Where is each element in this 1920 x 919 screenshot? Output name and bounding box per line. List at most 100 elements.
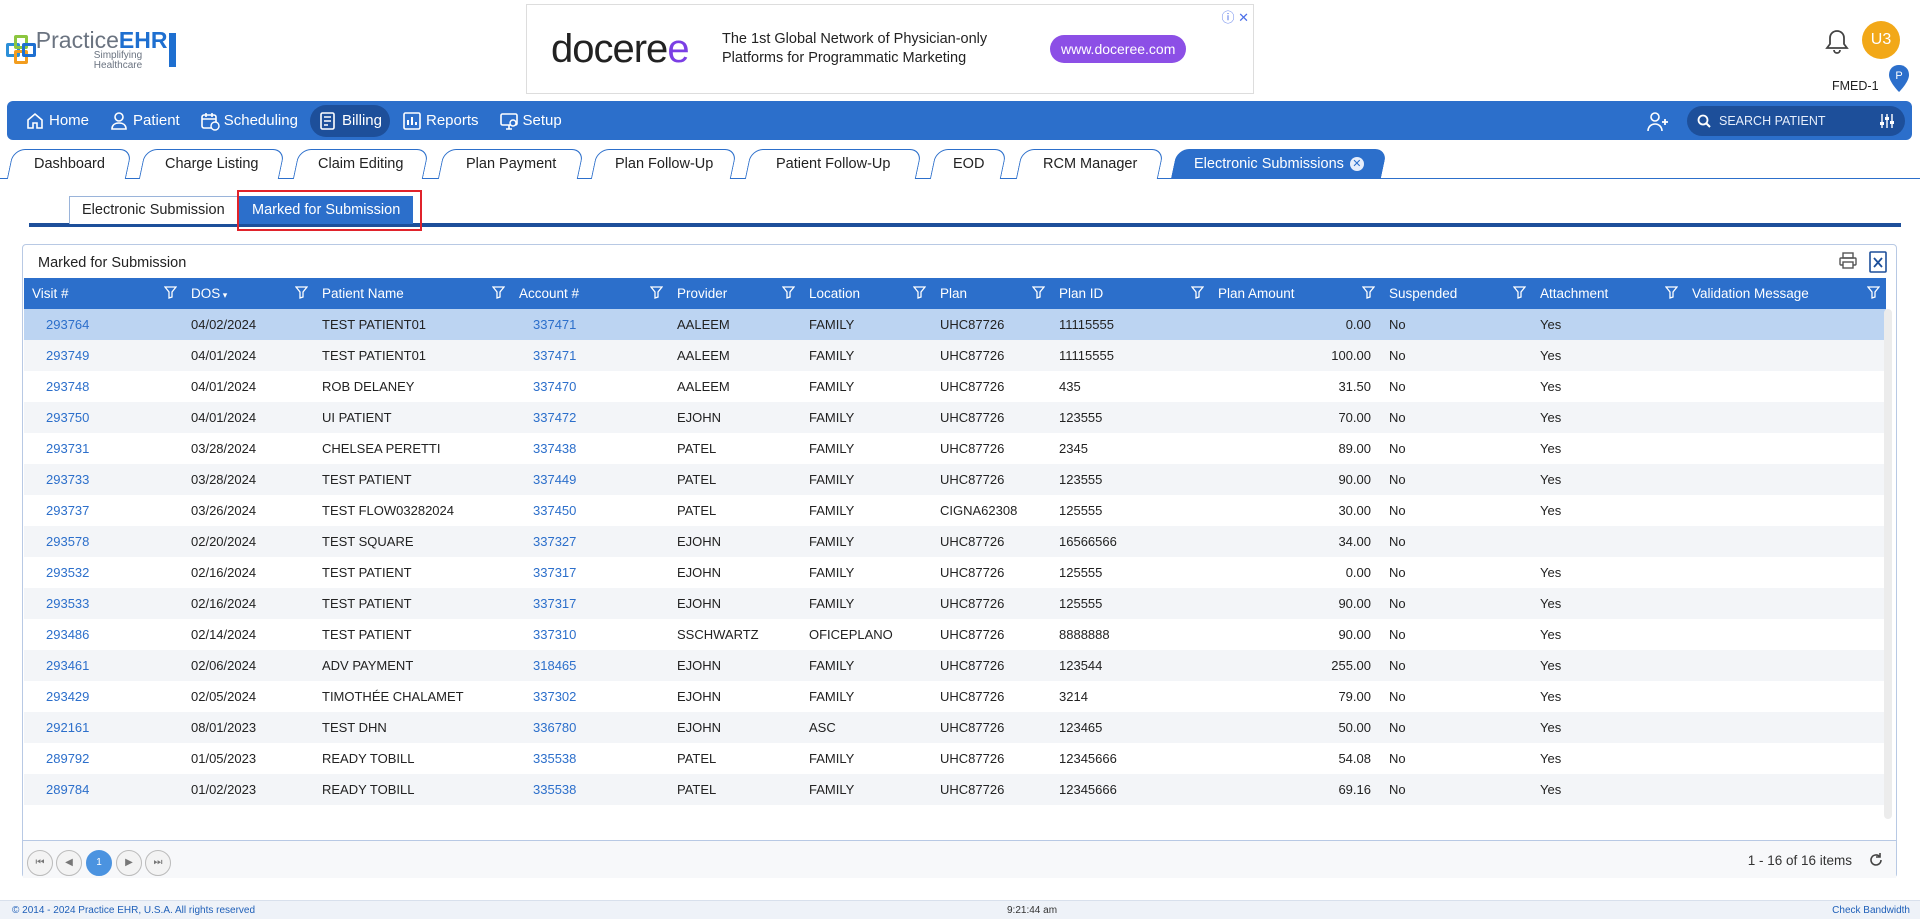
cell-visit[interactable]: 293429: [24, 681, 183, 712]
tab-plan-payment[interactable]: Plan Payment: [437, 149, 585, 179]
search-patient-input[interactable]: [1719, 114, 1879, 128]
cell-visit[interactable]: 293731: [24, 433, 183, 464]
table-row[interactable]: 293750 04/01/2024 UI PATIENT 337472 EJOHN FAM…: [24, 402, 1886, 433]
filter-icon[interactable]: [913, 286, 926, 299]
filter-icon[interactable]: [1513, 286, 1526, 299]
ad-close-icon[interactable]: ⓘ ✕: [1221, 7, 1249, 26]
cell-visit[interactable]: 293764: [24, 309, 183, 340]
cell-visit[interactable]: 289784: [24, 774, 183, 805]
cell-account[interactable]: 337471: [511, 340, 669, 371]
column-header-provider[interactable]: Provider: [669, 278, 801, 309]
cell-visit[interactable]: 293737: [24, 495, 183, 526]
table-row[interactable]: 293749 04/01/2024 TEST PATIENT01 337471 AALE…: [24, 340, 1886, 371]
filter-icon[interactable]: [164, 286, 177, 299]
first-page-button[interactable]: ⏮: [27, 850, 53, 876]
close-tab-icon[interactable]: ✕: [1349, 157, 1364, 172]
cell-visit[interactable]: 293748: [24, 371, 183, 402]
user-avatar[interactable]: U3: [1862, 21, 1900, 59]
tab-electronic-submissions[interactable]: Electronic Submissions ✕: [1170, 149, 1388, 179]
filter-icon[interactable]: [295, 286, 308, 299]
table-row[interactable]: 293533 02/16/2024 TEST PATIENT 337317 EJOHN F…: [24, 588, 1886, 619]
filter-icon[interactable]: [650, 286, 663, 299]
table-row[interactable]: 293733 03/28/2024 TEST PATIENT 337449 PATEL F…: [24, 464, 1886, 495]
sort-desc-icon[interactable]: ▾: [220, 290, 228, 300]
print-icon[interactable]: [1838, 251, 1858, 271]
cell-account[interactable]: 337317: [511, 557, 669, 588]
filter-icon[interactable]: [1032, 286, 1045, 299]
column-header-account[interactable]: Account #: [511, 278, 669, 309]
cell-account[interactable]: 337470: [511, 371, 669, 402]
table-row[interactable]: 293486 02/14/2024 TEST PATIENT 337310 SSCHWA…: [24, 619, 1886, 650]
column-header-dos[interactable]: DOS ▾: [183, 278, 314, 309]
nav-item-reports[interactable]: Reports: [394, 105, 487, 137]
column-header-location[interactable]: Location: [801, 278, 932, 309]
table-row[interactable]: 293748 04/01/2024 ROB DELANEY 337470 AALEEM F…: [24, 371, 1886, 402]
column-header-visit[interactable]: Visit #: [24, 278, 183, 309]
tab-plan-follow-up[interactable]: Plan Follow-Up: [590, 149, 738, 179]
tab-dashboard[interactable]: Dashboard: [6, 149, 133, 179]
patient-search[interactable]: [1687, 106, 1905, 136]
column-header-attachment[interactable]: Attachment: [1532, 278, 1684, 309]
cell-visit[interactable]: 293461: [24, 650, 183, 681]
ad-cta-button[interactable]: www.doceree.com: [1050, 35, 1187, 63]
cell-account[interactable]: 335538: [511, 743, 669, 774]
table-row[interactable]: 289792 01/05/2023 READY TOBILL 335538 PATEL F…: [24, 743, 1886, 774]
table-row[interactable]: 293737 03/26/2024 TEST FLOW03282024 337450 P…: [24, 495, 1886, 526]
cell-account[interactable]: 337317: [511, 588, 669, 619]
excel-export-icon[interactable]: [1868, 251, 1888, 273]
column-header-validation-message[interactable]: Validation Message: [1684, 278, 1886, 309]
notification-bell-icon[interactable]: [1825, 28, 1849, 56]
column-header-plan-id[interactable]: Plan ID: [1051, 278, 1210, 309]
prev-page-button[interactable]: ◀: [56, 850, 82, 876]
location-pin-icon[interactable]: P: [1887, 64, 1911, 96]
cell-account[interactable]: 337310: [511, 619, 669, 650]
page-number-button[interactable]: 1: [86, 850, 112, 876]
cell-visit[interactable]: 292161: [24, 712, 183, 743]
table-row[interactable]: 293578 02/20/2024 TEST SQUARE 337327 EJOHN FA…: [24, 526, 1886, 557]
practice-ehr-logo[interactable]: PracticeEHR Simplifying Healthcare: [4, 29, 176, 71]
next-page-button[interactable]: ▶: [116, 850, 142, 876]
column-header-plan[interactable]: Plan: [932, 278, 1051, 309]
table-row[interactable]: 293532 02/16/2024 TEST PATIENT 337317 EJOHN F…: [24, 557, 1886, 588]
tab-charge-listing[interactable]: Charge Listing: [138, 149, 286, 179]
tab-patient-follow-up[interactable]: Patient Follow-Up: [744, 149, 923, 179]
filter-icon[interactable]: [1362, 286, 1375, 299]
subtab-electronic-submission[interactable]: Electronic Submission: [69, 196, 238, 224]
cell-visit[interactable]: 293486: [24, 619, 183, 650]
tab-rcm-manager[interactable]: RCM Manager: [1015, 149, 1165, 179]
column-header-patient-name[interactable]: Patient Name: [314, 278, 511, 309]
tab-claim-editing[interactable]: Claim Editing: [292, 149, 430, 179]
cell-account[interactable]: 336780: [511, 712, 669, 743]
cell-account[interactable]: 318465: [511, 650, 669, 681]
cell-visit[interactable]: 293578: [24, 526, 183, 557]
cell-visit[interactable]: 289792: [24, 743, 183, 774]
cell-visit[interactable]: 293749: [24, 340, 183, 371]
tab-eod[interactable]: EOD: [929, 149, 1008, 179]
refresh-icon[interactable]: [1868, 852, 1884, 868]
filter-icon[interactable]: [782, 286, 795, 299]
add-patient-icon[interactable]: [1646, 111, 1670, 133]
footer-copyright[interactable]: © 2014 - 2024 Practice EHR, U.S.A. All r…: [12, 905, 255, 916]
cell-visit[interactable]: 293750: [24, 402, 183, 433]
table-row[interactable]: 293461 02/06/2024 ADV PAYMENT 318465 EJOHN FA…: [24, 650, 1886, 681]
cell-visit[interactable]: 293533: [24, 588, 183, 619]
cell-account[interactable]: 337472: [511, 402, 669, 433]
filter-icon[interactable]: [1665, 286, 1678, 299]
cell-account[interactable]: 337327: [511, 526, 669, 557]
cell-account[interactable]: 337302: [511, 681, 669, 712]
nav-item-patient[interactable]: Patient: [101, 105, 188, 137]
facility-label[interactable]: FMED-1: [1832, 79, 1879, 93]
cell-account[interactable]: 337450: [511, 495, 669, 526]
filter-icon[interactable]: [1867, 286, 1880, 299]
advertisement-banner[interactable]: doceree The 1st Global Network of Physic…: [526, 4, 1254, 94]
last-page-button[interactable]: ⏭: [145, 850, 171, 876]
cell-visit[interactable]: 293733: [24, 464, 183, 495]
cell-account[interactable]: 335538: [511, 774, 669, 805]
check-bandwidth-link[interactable]: Check Bandwidth: [1832, 905, 1910, 916]
table-row[interactable]: 292161 08/01/2023 TEST DHN 336780 EJOHN ASC UH…: [24, 712, 1886, 743]
nav-item-setup[interactable]: Setup: [491, 105, 570, 137]
nav-item-scheduling[interactable]: Scheduling: [192, 105, 306, 137]
filter-icon[interactable]: [1191, 286, 1204, 299]
cell-account[interactable]: 337449: [511, 464, 669, 495]
search-options-icon[interactable]: [1879, 113, 1895, 129]
